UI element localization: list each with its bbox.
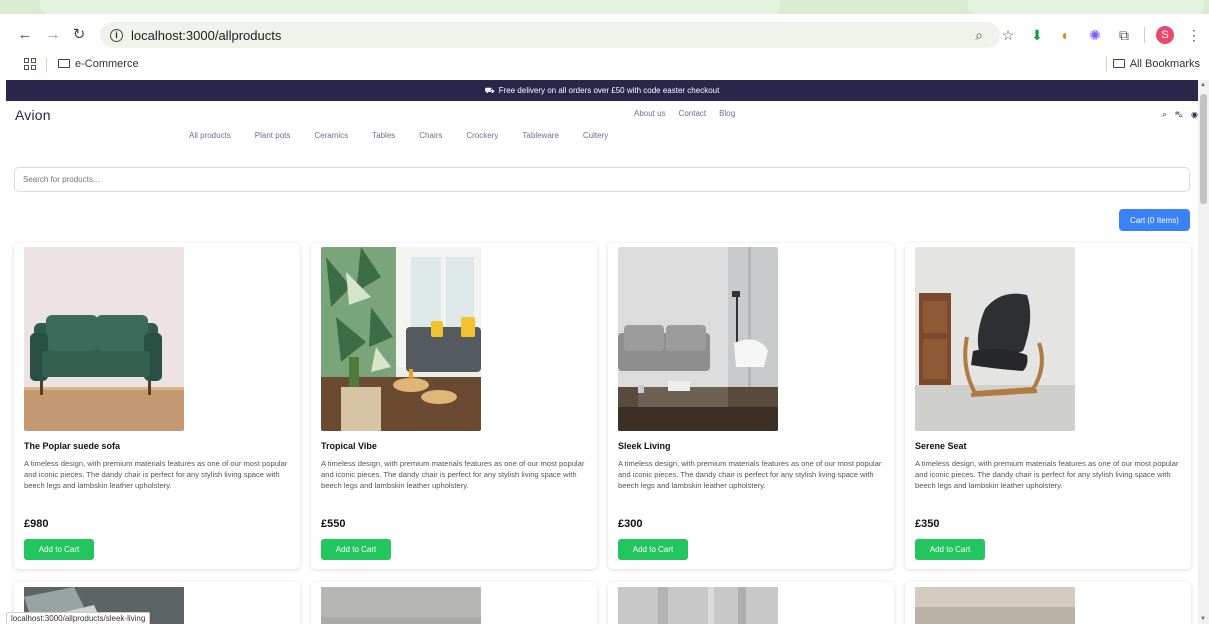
folder-icon bbox=[1112, 59, 1125, 68]
all-bookmarks-label: All Bookmarks bbox=[1129, 58, 1200, 70]
product-card[interactable] bbox=[608, 582, 894, 624]
bookmark-folder-ecommerce[interactable]: e-Commerce bbox=[58, 58, 139, 70]
product-title[interactable]: Serene Seat bbox=[915, 441, 967, 451]
category-tables[interactable]: Tables bbox=[372, 131, 395, 140]
category-ceramics[interactable]: Ceramics bbox=[314, 131, 348, 140]
more-menu-icon[interactable]: ⋮ bbox=[1185, 26, 1203, 44]
browser-tab[interactable] bbox=[40, 0, 780, 14]
add-to-cart-button[interactable]: Add to Cart bbox=[321, 539, 391, 560]
category-tableware[interactable]: Tableware bbox=[522, 131, 558, 140]
extension-icon[interactable]: ◐ bbox=[1057, 26, 1075, 44]
product-price: £300 bbox=[618, 518, 643, 530]
category-cutlery[interactable]: Cultery bbox=[583, 131, 608, 140]
tab-strip bbox=[0, 0, 1209, 14]
header-icons: ⌕ ⛍ ◉ bbox=[1162, 110, 1198, 120]
category-all-products[interactable]: All products bbox=[189, 131, 231, 140]
bookmark-folder-label: e-Commerce bbox=[75, 58, 139, 70]
scroll-up-arrow-icon[interactable]: ▲ bbox=[1200, 82, 1206, 88]
product-description: A timeless design, with premium material… bbox=[618, 459, 882, 491]
forward-arrow-icon[interactable]: → bbox=[42, 23, 64, 45]
cart-button[interactable]: Cart (0 Items) bbox=[1119, 209, 1190, 231]
product-description: A timeless design, with premium material… bbox=[321, 459, 585, 491]
category-crockery[interactable]: Crockery bbox=[466, 131, 498, 140]
promo-text: Free delivery on all orders over £50 wit… bbox=[498, 86, 720, 95]
product-card[interactable] bbox=[311, 582, 597, 624]
product-image-sofa[interactable] bbox=[24, 247, 184, 431]
profile-avatar[interactable]: S bbox=[1156, 26, 1174, 44]
scroll-down-arrow-icon[interactable]: ▼ bbox=[1200, 616, 1206, 622]
product-title[interactable]: Tropical Vibe bbox=[321, 441, 377, 451]
browser-toolbar: ← → ↻ i localhost:3000/allproducts ⌕ ☆ ⬇… bbox=[0, 14, 1209, 54]
bookmarks-separator bbox=[1106, 57, 1107, 71]
site-logo[interactable]: Avion bbox=[15, 107, 51, 123]
product-card[interactable] bbox=[905, 582, 1191, 624]
page-viewport: ⛟ Free delivery on all orders over £50 wi… bbox=[6, 80, 1198, 624]
user-account-icon[interactable]: ◉ bbox=[1191, 110, 1198, 120]
site-header: Avion About us Contact Blog ⌕ ⛍ ◉ All pr… bbox=[6, 101, 1198, 155]
nav-link-blog[interactable]: Blog bbox=[719, 109, 735, 118]
product-card[interactable]: Sleek Living A timeless design, with pre… bbox=[608, 243, 894, 569]
zoom-icon[interactable]: ⌕ bbox=[970, 26, 988, 44]
add-to-cart-button[interactable]: Add to Cart bbox=[915, 539, 985, 560]
add-to-cart-button[interactable]: Add to Cart bbox=[618, 539, 688, 560]
product-search-input[interactable] bbox=[14, 167, 1190, 192]
category-nav: All products Plant pots Ceramics Tables … bbox=[189, 131, 632, 140]
toolbar-icons: ⌕ ☆ ⬇ ◐ ✺ ⧉ S ⋮ bbox=[970, 24, 1203, 46]
extensions-puzzle-icon[interactable]: ⧉ bbox=[1115, 26, 1133, 44]
product-image-sleek-living[interactable] bbox=[618, 247, 778, 431]
page-scrollbar[interactable]: ▲ ▼ bbox=[1198, 80, 1209, 624]
search-icon[interactable]: ⌕ bbox=[1162, 110, 1166, 120]
top-nav: About us Contact Blog bbox=[634, 109, 735, 118]
extension-gear-icon[interactable]: ✺ bbox=[1086, 26, 1104, 44]
add-to-cart-button[interactable]: Add to Cart bbox=[24, 539, 94, 560]
product-title[interactable]: Sleek Living bbox=[618, 441, 671, 451]
site-info-icon[interactable]: i bbox=[110, 28, 123, 42]
nav-link-contact[interactable]: Contact bbox=[679, 109, 707, 118]
product-description: A timeless design, with premium material… bbox=[24, 459, 288, 491]
address-bar[interactable]: i localhost:3000/allproducts bbox=[100, 22, 1000, 48]
star-bookmark-icon[interactable]: ☆ bbox=[999, 26, 1017, 44]
delivery-truck-icon: ⛟ bbox=[484, 86, 495, 95]
product-description: A timeless design, with premium material… bbox=[915, 459, 1179, 491]
promo-banner: ⛟ Free delivery on all orders over £50 wi… bbox=[6, 80, 1198, 101]
reload-icon[interactable]: ↻ bbox=[68, 23, 90, 45]
product-image-tropical[interactable] bbox=[321, 247, 481, 431]
toolbar-separator bbox=[1144, 27, 1145, 43]
url-text: localhost:3000/allproducts bbox=[131, 27, 282, 43]
apps-grid-icon[interactable] bbox=[24, 58, 36, 70]
product-card[interactable]: Serene Seat A timeless design, with prem… bbox=[905, 243, 1191, 569]
all-bookmarks-button[interactable]: All Bookmarks bbox=[1112, 58, 1200, 70]
bookmarks-bar: e-Commerce All Bookmarks bbox=[0, 54, 1209, 76]
category-chairs[interactable]: Chairs bbox=[419, 131, 442, 140]
category-plant-pots[interactable]: Plant pots bbox=[255, 131, 291, 140]
download-extension-icon[interactable]: ⬇ bbox=[1028, 26, 1046, 44]
cart-icon[interactable]: ⛍ bbox=[1175, 110, 1183, 120]
product-price: £350 bbox=[915, 518, 940, 530]
nav-link-about[interactable]: About us bbox=[634, 109, 666, 118]
folder-icon bbox=[58, 59, 70, 68]
product-price: £550 bbox=[321, 518, 346, 530]
link-status-bubble: localhost:3000/allproducts/sleek-living bbox=[6, 612, 151, 624]
product-image[interactable] bbox=[321, 587, 481, 624]
product-image[interactable] bbox=[618, 587, 778, 624]
product-card[interactable]: Tropical Vibe A timeless design, with pr… bbox=[311, 243, 597, 569]
scrollbar-thumb[interactable] bbox=[1200, 94, 1207, 204]
product-price: £980 bbox=[24, 518, 49, 530]
product-image[interactable] bbox=[915, 587, 1075, 624]
back-arrow-icon[interactable]: ← bbox=[14, 23, 36, 45]
product-title[interactable]: The Poplar suede sofa bbox=[24, 441, 120, 451]
bookmarks-separator bbox=[46, 58, 47, 72]
product-card[interactable]: The Poplar suede sofa A timeless design,… bbox=[14, 243, 300, 569]
product-image-serene-seat[interactable] bbox=[915, 247, 1075, 431]
browser-tab[interactable] bbox=[968, 0, 1204, 14]
